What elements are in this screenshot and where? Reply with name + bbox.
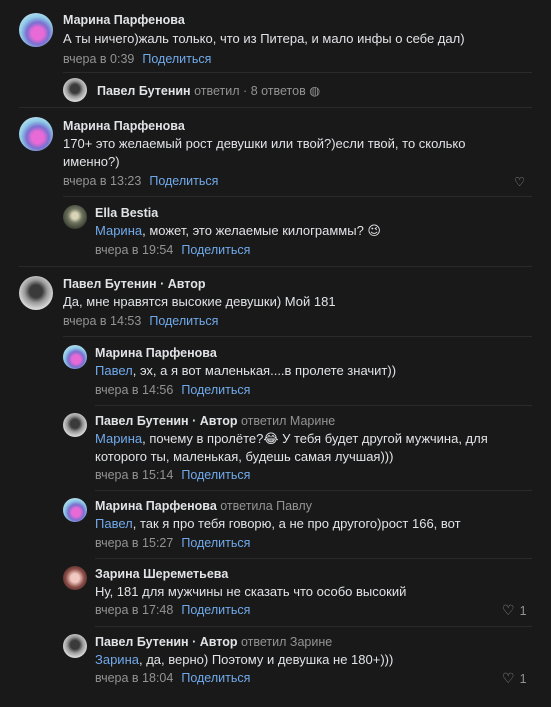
avatar[interactable]: [63, 498, 87, 522]
avatar[interactable]: [63, 566, 87, 590]
divider: [63, 196, 532, 197]
divider: [95, 405, 532, 406]
mention-link[interactable]: Павел: [95, 363, 133, 378]
mention-link[interactable]: Павел: [95, 516, 133, 531]
comment-body: , эх, а я вот маленькая....в пролете зна…: [132, 363, 397, 378]
thread-summary-text[interactable]: Павел Бутенин ответил · 8 ответов ◍: [97, 83, 320, 98]
summary-action: ответил: [194, 84, 240, 98]
divider: [95, 626, 532, 627]
comment-meta: вчера в 14:56 Поделиться: [95, 383, 250, 397]
mention-link[interactable]: Зарина: [95, 652, 139, 667]
comment-body: , да, верно) Поэтому и девушка не 180+))…: [138, 652, 394, 667]
comment-meta: вчера в 0:39 Поделиться: [63, 52, 211, 66]
share-button[interactable]: Поделиться: [181, 536, 250, 550]
comment-time[interactable]: вчера в 14:56: [95, 383, 173, 397]
divider: [19, 266, 532, 267]
replied-to[interactable]: ответил Марине: [241, 414, 335, 428]
divider: [19, 107, 532, 108]
comment-time[interactable]: вчера в 19:54: [95, 243, 173, 257]
comment-text: Да, мне нравятся высокие девушки) Мой 18…: [63, 294, 336, 309]
comment-time[interactable]: вчера в 18:04: [95, 671, 173, 685]
avatar[interactable]: [19, 276, 53, 310]
like-count: 1: [519, 603, 527, 618]
summary-dot: ·: [243, 84, 248, 98]
share-button[interactable]: Поделиться: [149, 314, 218, 328]
divider: [95, 558, 532, 559]
share-button[interactable]: Поделиться: [142, 52, 211, 66]
comment-author[interactable]: Марина Парфенова: [95, 346, 217, 360]
comment-time[interactable]: вчера в 15:14: [95, 468, 173, 482]
like-button[interactable]: ♡ 1: [502, 670, 527, 687]
avatar[interactable]: [63, 413, 87, 437]
share-button[interactable]: Поделиться: [181, 383, 250, 397]
comment-author[interactable]: Марина Парфенова: [63, 119, 185, 133]
comment-author[interactable]: Павел Бутенин · Автор ответил Марине: [95, 414, 335, 428]
share-button[interactable]: Поделиться: [181, 468, 250, 482]
author-name[interactable]: Павел Бутенин · Автор: [95, 635, 238, 649]
comment-time[interactable]: вчера в 0:39: [63, 52, 134, 66]
comment-text: Марина, почему в пролёте?😂 У тебя будет …: [95, 430, 515, 466]
divider: [63, 72, 532, 73]
comment-author[interactable]: Ella Bestia: [95, 206, 158, 220]
mention-link[interactable]: Марина: [95, 431, 142, 446]
comment-author[interactable]: Павел Бутенин · Автор ответил Зарине: [95, 635, 332, 649]
comment-text: Марина, может, это желаемые килограммы? …: [95, 222, 525, 240]
comment-text: Павел, так я про тебя говорю, а не про д…: [95, 515, 525, 533]
replier-avatar-icon: ◍: [309, 84, 321, 98]
share-button[interactable]: Поделиться: [181, 603, 250, 617]
author-name[interactable]: Павел Бутенин · Автор: [95, 414, 238, 428]
comment-meta: вчера в 17:48 Поделиться: [95, 603, 250, 617]
comment-body: , почему в пролёте?😂 У тебя будет другой…: [95, 431, 488, 464]
heart-icon: ♡: [514, 175, 526, 189]
comment-author[interactable]: Павел Бутенин · Автор: [63, 277, 206, 291]
comment-text: Ну, 181 для мужчины не сказать что особо…: [95, 584, 407, 599]
replied-to[interactable]: ответила Павлу: [220, 499, 312, 513]
comment-author[interactable]: Марина Парфенова ответила Павлу: [95, 499, 312, 513]
mention-link[interactable]: Марина: [95, 223, 142, 238]
replied-to[interactable]: ответил Зарине: [241, 635, 332, 649]
comment-time[interactable]: вчера в 15:27: [95, 536, 173, 550]
comment-text: Павел, эх, а я вот маленькая....в пролет…: [95, 362, 525, 380]
comment-text: Зарина, да, верно) Поэтому и девушка не …: [95, 651, 525, 669]
like-button[interactable]: ♡ 1: [502, 602, 527, 619]
like-count: 1: [519, 671, 527, 686]
divider: [63, 336, 532, 337]
avatar[interactable]: [63, 205, 87, 229]
comment-author[interactable]: Зарина Шереметьева: [95, 567, 228, 581]
summary-count: 8 ответов: [250, 84, 306, 98]
avatar[interactable]: [63, 78, 87, 102]
comment-meta: вчера в 15:27 Поделиться: [95, 536, 250, 550]
share-button[interactable]: Поделиться: [181, 243, 250, 257]
avatar[interactable]: [19, 117, 53, 151]
heart-icon: ♡: [502, 670, 515, 686]
share-button[interactable]: Поделиться: [149, 174, 218, 188]
share-button[interactable]: Поделиться: [181, 671, 250, 685]
author-name[interactable]: Марина Парфенова: [95, 499, 217, 513]
comment-time[interactable]: вчера в 17:48: [95, 603, 173, 617]
comment-text: А ты ничего)жаль только, что из Питера, …: [63, 31, 465, 46]
like-button[interactable]: ♡: [514, 174, 525, 189]
comment-meta: вчера в 14:53 Поделиться: [63, 314, 218, 328]
divider: [95, 490, 532, 491]
comment-meta: вчера в 13:23 Поделиться: [63, 174, 218, 188]
comment-body: , может, это желаемые килограммы? 😉: [142, 223, 381, 238]
avatar[interactable]: [63, 634, 87, 658]
comment-author[interactable]: Марина Парфенова: [63, 13, 185, 27]
comment-time[interactable]: вчера в 13:23: [63, 174, 141, 188]
comment-body: , так я про тебя говорю, а не про другог…: [132, 516, 461, 531]
avatar[interactable]: [63, 345, 87, 369]
comment-meta: вчера в 15:14 Поделиться: [95, 468, 250, 482]
comment-time[interactable]: вчера в 14:53: [63, 314, 141, 328]
comment-text: 170+ это желаемый рост девушки или твой?…: [63, 136, 466, 169]
heart-icon: ♡: [502, 602, 515, 618]
comment-meta: вчера в 19:54 Поделиться: [95, 243, 250, 257]
summary-author: Павел Бутенин: [97, 84, 191, 98]
comment-meta: вчера в 18:04 Поделиться: [95, 671, 250, 685]
avatar[interactable]: [19, 13, 53, 47]
